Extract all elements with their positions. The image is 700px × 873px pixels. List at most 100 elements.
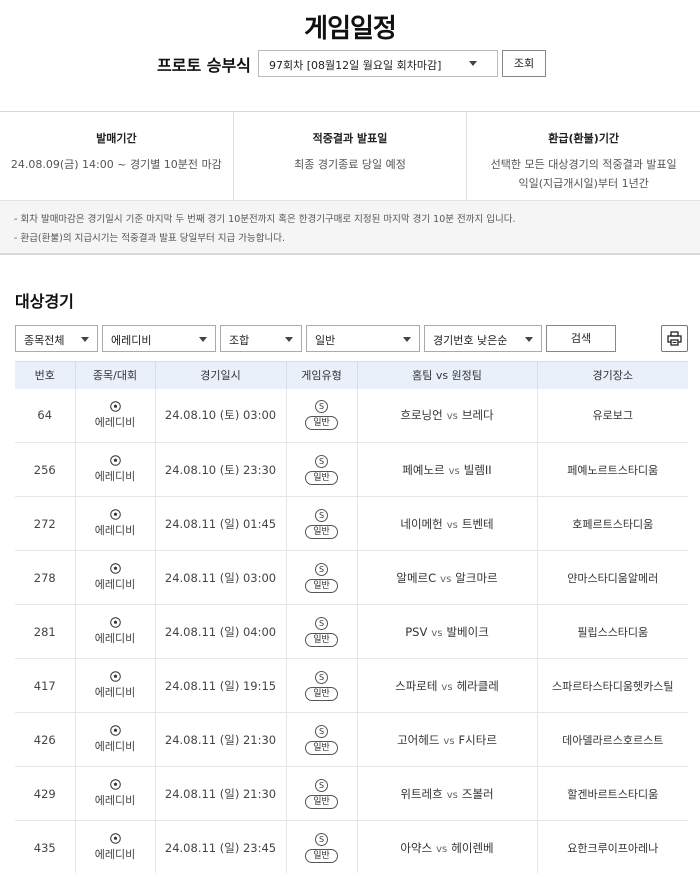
chevron-down-icon — [403, 337, 411, 342]
game-type-cell: S 일반 — [285, 766, 357, 821]
soccer-ball-icon — [109, 509, 121, 520]
soccer-ball-icon — [109, 563, 121, 574]
away-team: 트벤테 — [461, 516, 494, 531]
search-button[interactable]: 검색 — [546, 325, 616, 352]
teams-cell: PSV vs 발베이크 — [356, 604, 537, 659]
teams-cell: 페예노르 vs 빌렘II — [356, 442, 537, 497]
table-row[interactable]: 281 에레디비 24.08.11 (일) 04:00 S 일반 PSV vs 발베이크 필립스… — [15, 604, 688, 659]
league-name: 에레디비 — [94, 848, 136, 861]
game-type-symbol: S — [315, 616, 328, 630]
filter-bar: 종목전체 에레디비 조합 일반 경기번호 낮은순 검색 — [0, 325, 700, 353]
round-select[interactable]: 97회차 [08월12일 월요일 회차마감] — [258, 50, 498, 77]
game-type-symbol: S — [315, 832, 328, 846]
col-header-venue: 경기장소 — [536, 361, 688, 389]
league-filter-select[interactable]: 에레디비 — [102, 325, 216, 352]
game-type-badge: 일반 — [305, 740, 338, 755]
query-button[interactable]: 조회 — [502, 50, 546, 77]
table-row[interactable]: 256 에레디비 24.08.10 (토) 23:30 S 일반 페예노르 vs 빌렘II 페예… — [15, 442, 688, 497]
game-number: 278 — [15, 550, 75, 605]
away-team: 즈볼러 — [461, 786, 494, 801]
game-type-badge: 일반 — [305, 524, 338, 539]
league-cell: 에레디비 — [74, 550, 155, 605]
away-team: 헤이렌베 — [451, 840, 494, 855]
soccer-ball-icon — [109, 617, 121, 628]
chevron-down-icon — [285, 337, 293, 342]
game-type-cell: S 일반 — [285, 820, 357, 873]
info-result-date: 적중결과 발표일 최종 경기종료 당일 예정 — [232, 112, 467, 200]
teams-cell: 위트레흐 vs 즈볼러 — [356, 766, 537, 821]
table-row[interactable]: 272 에레디비 24.08.11 (일) 01:45 S 일반 네이메헌 vs 트벤테 호페르… — [15, 496, 688, 551]
league-name: 에레디비 — [94, 578, 136, 591]
col-header-datetime: 경기일시 — [154, 361, 286, 389]
table-row[interactable]: 426 에레디비 24.08.11 (일) 21:30 S 일반 고어헤드 vs F시타르 데아… — [15, 712, 688, 767]
round-selector-row: 프로토 승부식 97회차 [08월12일 월요일 회차마감] 조회 — [0, 50, 700, 78]
game-type-symbol: S — [315, 508, 328, 522]
game-type-badge: 일반 — [305, 632, 338, 647]
teams-cell: 네이메헌 vs 트벤테 — [356, 496, 537, 551]
venue: 할겐바르트스타디움 — [536, 766, 688, 821]
league-cell: 에레디비 — [74, 442, 155, 497]
game-number: 429 — [15, 766, 75, 821]
sort-select[interactable]: 경기번호 낮은순 — [424, 325, 542, 352]
printer-icon — [667, 331, 682, 346]
info-text: 선택한 모든 대상경기의 적중결과 발표일 — [490, 158, 677, 171]
game-datetime: 24.08.11 (일) 04:00 — [154, 604, 286, 659]
league-name: 에레디비 — [94, 794, 136, 807]
vs-label: vs — [441, 681, 453, 693]
home-team: 흐로닝언 — [400, 408, 443, 423]
game-number: 435 — [15, 820, 75, 873]
vs-label: vs — [436, 843, 448, 855]
away-team: 빌렘II — [463, 462, 492, 477]
notice-line: - 환급(환불)의 지급시기는 적중결과 발표 당일부터 지급 가능합니다. — [14, 233, 285, 244]
league-name: 에레디비 — [94, 686, 136, 699]
game-type-symbol: S — [315, 778, 328, 792]
combo-filter-select[interactable]: 조합 — [220, 325, 302, 352]
game-number: 272 — [15, 496, 75, 551]
table-row[interactable]: 64 에레디비 24.08.10 (토) 03:00 S 일반 흐로닝언 vs 브레다 유로보그 — [15, 388, 688, 443]
game-type-symbol: S — [315, 562, 328, 576]
away-team: 브레다 — [461, 408, 494, 423]
table-row[interactable]: 435 에레디비 24.08.11 (일) 23:45 S 일반 아약스 vs 헤이렌베 요한크… — [15, 820, 688, 873]
table-row[interactable]: 417 에레디비 24.08.11 (일) 19:15 S 일반 스파로테 vs 헤라클레 스파… — [15, 658, 688, 713]
game-type-cell: S 일반 — [285, 712, 357, 767]
chevron-down-icon — [81, 337, 89, 342]
chevron-down-icon — [469, 61, 477, 66]
venue: 요한크루이프아레나 — [536, 820, 688, 873]
vs-label: vs — [431, 627, 443, 639]
teams-cell: 스파로테 vs 헤라클레 — [356, 658, 537, 713]
type-filter-select[interactable]: 일반 — [306, 325, 420, 352]
vs-label: vs — [446, 411, 458, 423]
venue: 얀마스타디움알메러 — [536, 550, 688, 605]
game-type-badge: 일반 — [305, 686, 338, 701]
game-type-cell: S 일반 — [285, 658, 357, 713]
teams-cell: 흐로닝언 vs 브레다 — [356, 388, 537, 443]
soccer-ball-icon — [109, 779, 121, 790]
table-row[interactable]: 429 에레디비 24.08.11 (일) 21:30 S 일반 위트레흐 vs 즈볼러 할겐바… — [15, 766, 688, 821]
game-type-cell: S 일반 — [285, 604, 357, 659]
away-team: F시타르 — [458, 732, 497, 747]
league-cell: 에레디비 — [74, 820, 155, 873]
print-button[interactable] — [661, 325, 688, 352]
game-type-symbol: S — [315, 454, 328, 468]
game-datetime: 24.08.11 (일) 01:45 — [154, 496, 286, 551]
game-type-symbol: S — [315, 400, 328, 414]
home-team: 스파로테 — [395, 678, 438, 693]
league-cell: 에레디비 — [74, 388, 155, 443]
table-row[interactable]: 278 에레디비 24.08.11 (일) 03:00 S 일반 알메르C vs 알크마르 얀마… — [15, 550, 688, 605]
game-type-badge: 일반 — [305, 416, 338, 431]
game-type-badge: 일반 — [305, 794, 338, 809]
game-type-cell: S 일반 — [285, 388, 357, 443]
league-name: 에레디비 — [94, 740, 136, 753]
chevron-down-icon — [199, 337, 207, 342]
away-team: 발베이크 — [446, 624, 489, 639]
home-team: 네이메헌 — [400, 516, 443, 531]
vs-label: vs — [443, 735, 455, 747]
soccer-ball-icon — [109, 725, 121, 736]
game-datetime: 24.08.11 (일) 03:00 — [154, 550, 286, 605]
combo-filter-value: 조합 — [229, 334, 250, 347]
chevron-down-icon — [525, 337, 533, 342]
sport-filter-select[interactable]: 종목전체 — [15, 325, 98, 352]
game-number: 64 — [15, 388, 75, 443]
home-team: 위트레흐 — [400, 786, 443, 801]
game-type-symbol: S — [315, 724, 328, 738]
